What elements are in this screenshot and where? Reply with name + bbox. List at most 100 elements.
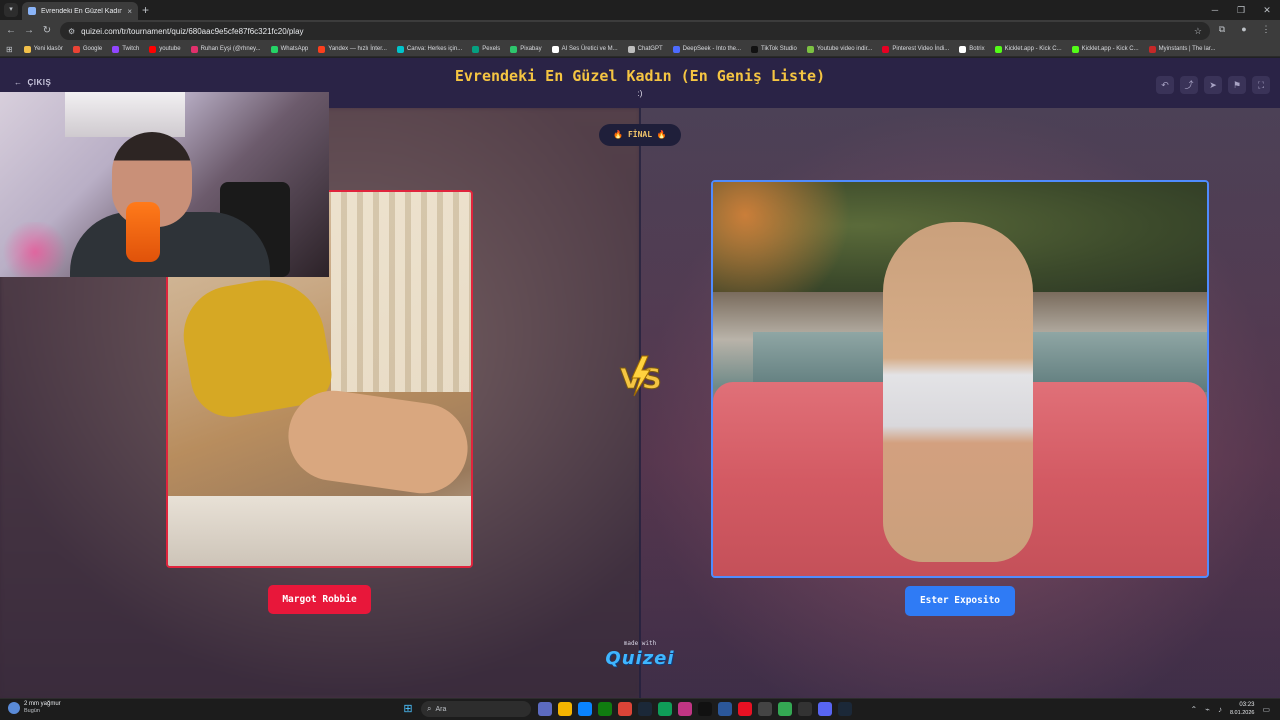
bookmark-star-icon[interactable]: ☆ <box>1194 26 1202 37</box>
site-info-icon[interactable]: ⚙ <box>68 27 75 36</box>
clock-time: 03:23 <box>1239 702 1255 708</box>
notification-icon[interactable]: ▭ <box>1262 705 1270 714</box>
edge-icon[interactable] <box>658 702 672 716</box>
flag-icon[interactable]: ⚑ <box>1228 76 1246 94</box>
volume-icon[interactable]: ♪ <box>1218 705 1222 714</box>
bookmark-label: Pexels <box>482 46 501 52</box>
browser-tab-active[interactable]: Evrendeki En Güzel Kadın (En G × <box>22 2 138 20</box>
bookmark-item[interactable]: Twitch <box>107 45 144 53</box>
tab-search-button[interactable]: ▾ <box>4 3 18 17</box>
bookmark-item[interactable]: WhatsApp <box>266 45 314 53</box>
apps-grid-icon[interactable]: ⊞ <box>6 45 19 54</box>
instagram-icon[interactable] <box>678 702 692 716</box>
weather-widget[interactable]: 2 mm yağmur Bugün <box>8 701 61 715</box>
discord-icon[interactable] <box>818 702 832 716</box>
bookmark-favicon-icon <box>510 45 518 53</box>
bookmark-item[interactable]: Pexels <box>467 45 505 53</box>
bookmark-favicon-icon <box>318 45 326 53</box>
bookmarks-bar: ⊞ Yeni klasör Google Twitch youtube Ruhan Ey… <box>0 42 1280 57</box>
xbox-icon[interactable] <box>598 702 612 716</box>
bookmark-item[interactable]: youtube <box>144 45 185 53</box>
bookmark-item[interactable]: Kicklet.app - Kick C... <box>990 45 1067 53</box>
reload-icon[interactable]: ↻ <box>40 24 54 38</box>
forward-arrow-icon[interactable]: → <box>22 24 36 38</box>
chrome-active-icon[interactable] <box>778 702 792 716</box>
bookmark-favicon-icon <box>72 45 80 53</box>
capcut-app-icon[interactable] <box>798 702 812 716</box>
bookmark-label: Ruhan Eyşi (@rhney... <box>200 46 261 52</box>
bookmark-item[interactable]: Kicklet.app - Kick C... <box>1067 45 1144 53</box>
bookmark-item[interactable]: Pixabay <box>505 45 546 53</box>
tray-chevron-icon[interactable]: ⌃ <box>1190 705 1197 714</box>
bookmark-item[interactable]: Myinstants | The lar... <box>1144 45 1221 53</box>
extensions-icon[interactable]: ⧉ <box>1216 24 1228 35</box>
minimize-icon[interactable]: ─ <box>1202 0 1228 20</box>
chrome-icon[interactable] <box>618 702 632 716</box>
file-explorer-icon[interactable] <box>558 702 572 716</box>
center-divider <box>639 108 641 698</box>
bookmark-item[interactable]: Yeni klasör <box>19 45 68 53</box>
tab-strip: ▾ Evrendeki En Güzel Kadın (En G × + ─ ❐… <box>0 0 1280 20</box>
bookmark-label: TikTok Studio <box>761 46 797 52</box>
bookmark-item[interactable]: Google <box>68 45 107 53</box>
taskbar-apps <box>538 702 852 716</box>
steam-icon[interactable] <box>638 702 652 716</box>
store-icon[interactable] <box>578 702 592 716</box>
bookmark-label: youtube <box>159 46 181 52</box>
made-with-label: made with <box>623 640 657 647</box>
floor-shape <box>168 496 471 566</box>
browser-window: ▾ Evrendeki En Güzel Kadın (En G × + ─ ❐… <box>0 0 1280 720</box>
bookmark-item[interactable]: Pinterest Video İndi... <box>877 45 954 53</box>
obs-icon[interactable] <box>758 702 772 716</box>
vote-left-button[interactable]: Margot Robbie <box>268 585 371 614</box>
toolbar-right: ⧉ ● ⋮ <box>1216 24 1272 35</box>
bookmark-favicon-icon <box>23 45 31 53</box>
clock[interactable]: 03:23 8.01.2026 <box>1230 701 1254 717</box>
bookmark-item[interactable]: Canva: Herkes için... <box>392 45 467 53</box>
bookmark-item[interactable]: Youtube video indir... <box>802 45 878 53</box>
bookmark-favicon-icon <box>270 45 278 53</box>
bookmark-item[interactable]: ChatGPT <box>623 45 668 53</box>
vote-right-button[interactable]: Ester Exposito <box>905 586 1015 616</box>
tiktok-icon[interactable] <box>698 702 712 716</box>
bookmark-label: Botrix <box>969 46 985 52</box>
quizei-logo[interactable]: Quizei <box>590 648 690 669</box>
bookmark-item[interactable]: Botrix <box>954 45 989 53</box>
bookmark-label: Google <box>82 46 103 52</box>
send-icon[interactable]: ➤ <box>1204 76 1222 94</box>
webcam-overlay <box>0 92 329 277</box>
taskbar-search[interactable]: ⌕ Ara <box>421 701 531 717</box>
bookmark-item[interactable]: TikTok Studio <box>746 45 802 53</box>
quiz-title: Evrendeki En Güzel Kadın (En Geniş Liste… <box>454 67 826 85</box>
right-contestant-image[interactable] <box>711 180 1209 578</box>
bookmark-item[interactable]: Ruhan Eyşi (@rhney... <box>186 45 266 53</box>
share-icon[interactable]: ⤴ <box>1180 76 1198 94</box>
task-view-icon[interactable] <box>538 702 552 716</box>
calculator-icon[interactable] <box>718 702 732 716</box>
bookmark-item[interactable]: Yandex — hızlı İnter... <box>313 45 392 53</box>
maximize-icon[interactable]: ❐ <box>1228 0 1254 20</box>
shelf-shape <box>65 92 185 137</box>
capcut-icon[interactable] <box>738 702 752 716</box>
menu-kebab-icon[interactable]: ⋮ <box>1260 24 1272 35</box>
address-bar[interactable]: ⚙ quizei.com/tr/tournament/quiz/680aac9e… <box>60 22 1210 40</box>
steam-app-icon[interactable] <box>838 702 852 716</box>
versus-lightning-icon: VS <box>620 355 662 397</box>
undo-icon[interactable]: ↶ <box>1156 76 1174 94</box>
bookmark-favicon-icon <box>994 45 1002 53</box>
bookmark-label: Youtube video indir... <box>816 46 873 52</box>
network-icon[interactable]: ⌁ <box>1205 705 1210 714</box>
bookmark-item[interactable]: DeepSeek - Into the... <box>668 45 746 53</box>
tab-close-icon[interactable]: × <box>127 7 132 16</box>
bookmark-item[interactable]: AI Ses Üretici ve M... <box>547 45 623 53</box>
windows-start-icon[interactable]: ⊞ <box>402 703 414 715</box>
bookmark-label: Pixabay <box>520 46 542 52</box>
close-window-icon[interactable]: ✕ <box>1254 0 1280 20</box>
legs-shape <box>282 384 471 500</box>
profile-avatar-icon[interactable]: ● <box>1238 24 1250 35</box>
fullscreen-icon[interactable]: ⛶ <box>1252 76 1270 94</box>
bookmark-favicon-icon <box>959 45 967 53</box>
back-arrow-icon[interactable]: ← <box>4 24 18 38</box>
bookmark-favicon-icon <box>751 45 759 53</box>
new-tab-button[interactable]: + <box>142 3 149 17</box>
